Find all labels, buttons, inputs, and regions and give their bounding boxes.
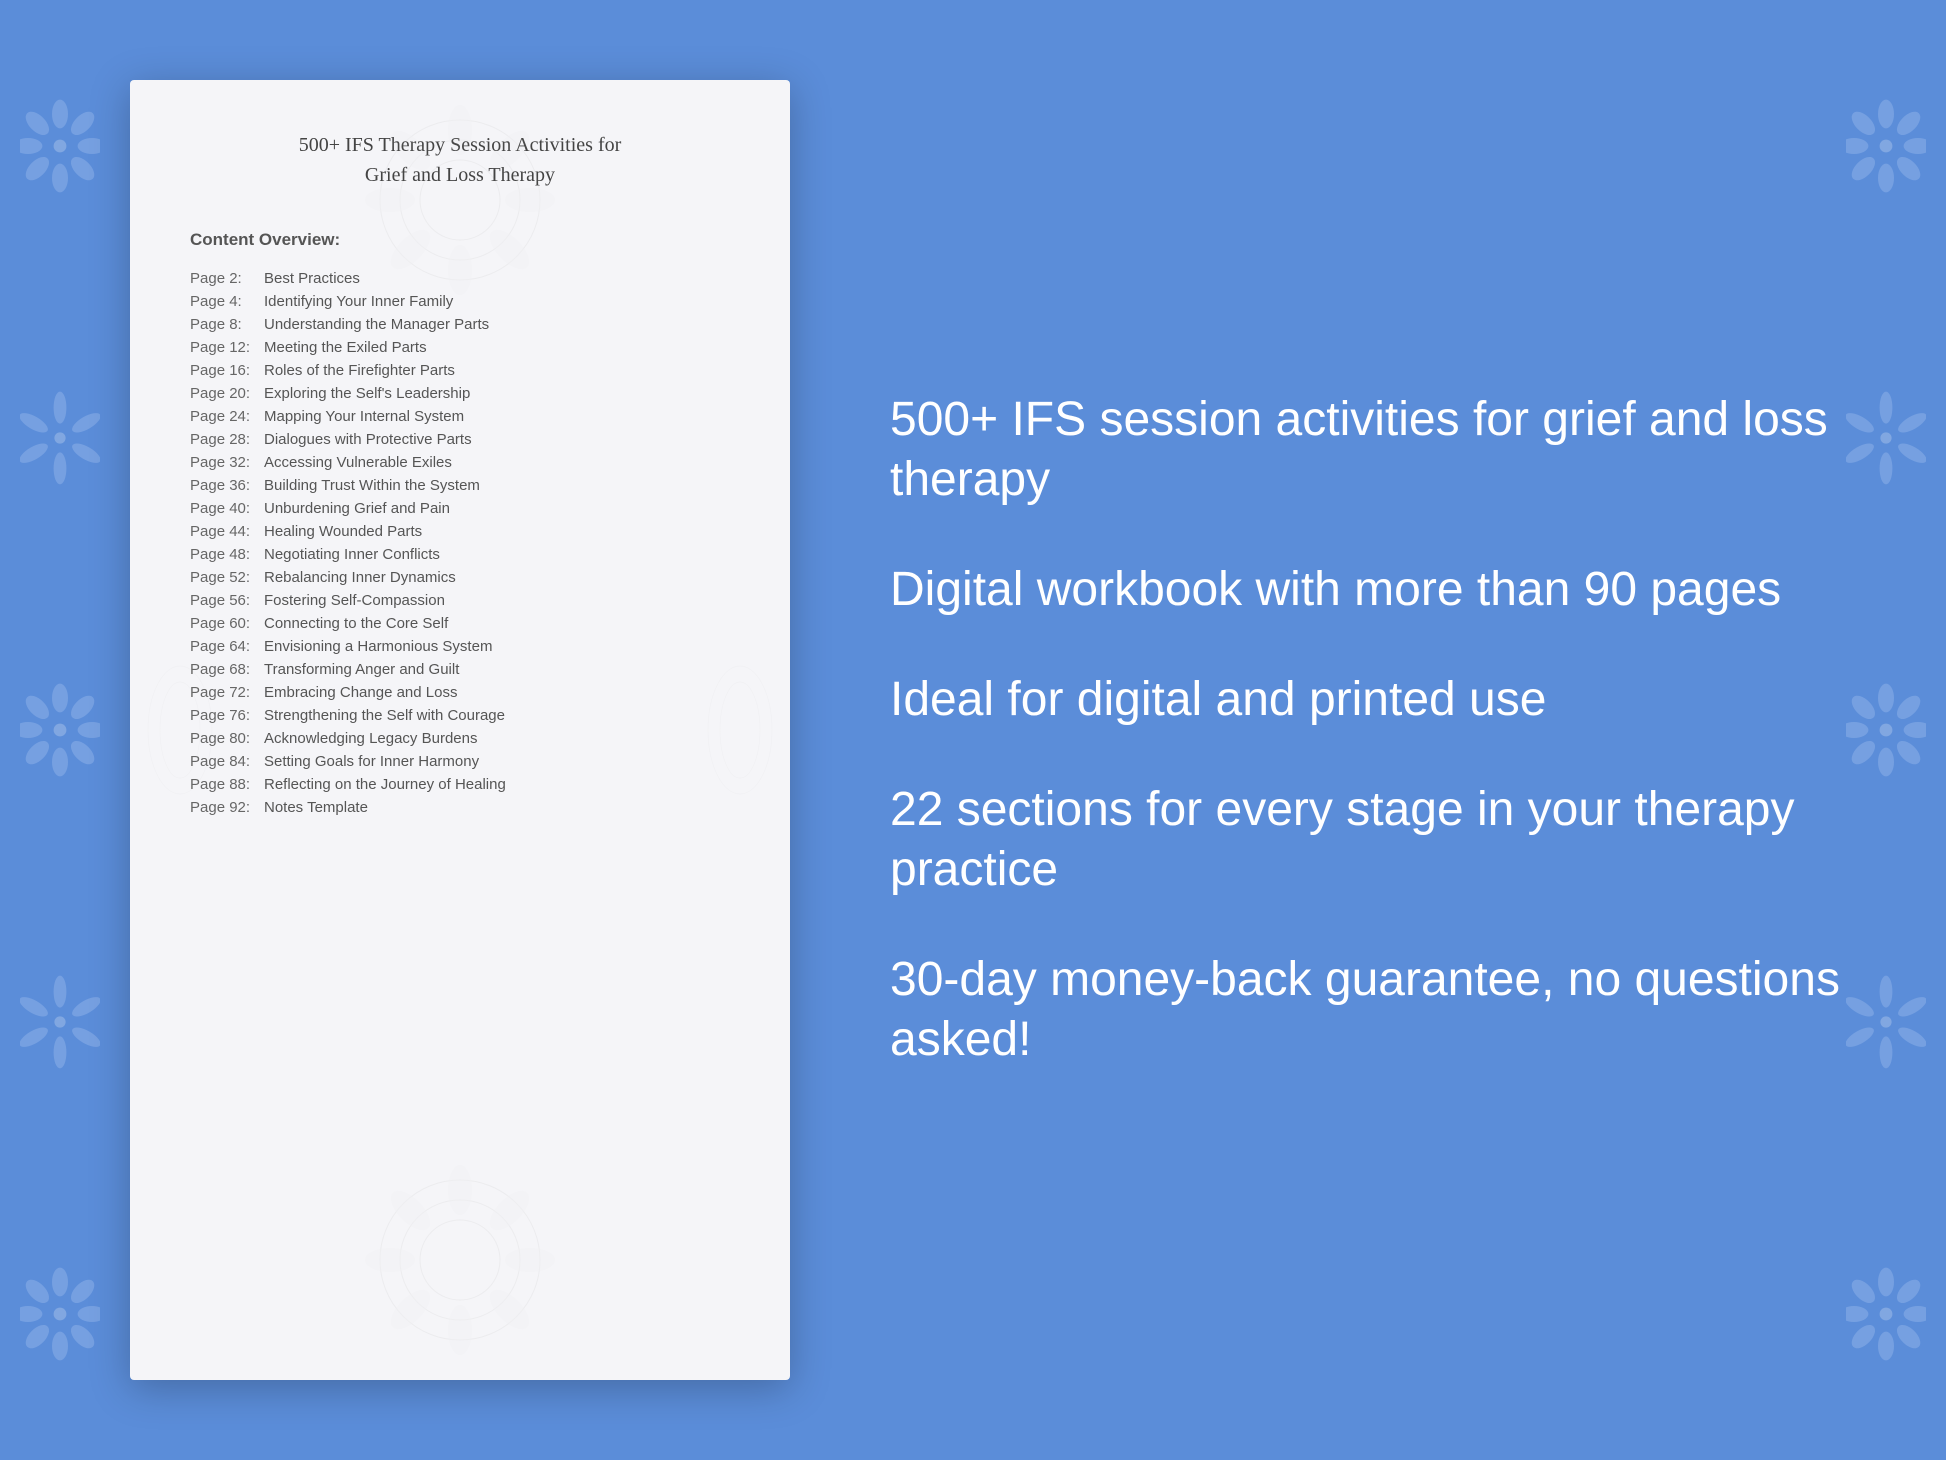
toc-item: Page 92:Notes Template (190, 799, 730, 816)
toc-item: Page 84:Setting Goals for Inner Harmony (190, 753, 730, 770)
toc-item: Page 68:Transforming Anger and Guilt (190, 661, 730, 678)
toc-page-title: Accessing Vulnerable Exiles (264, 454, 452, 471)
toc-page-number: Page 56: (190, 592, 260, 609)
toc-item: Page 24:Mapping Your Internal System (190, 408, 730, 425)
main-layout: 500+ IFS Therapy Session Activities for … (0, 0, 1946, 1460)
toc-page-title: Fostering Self-Compassion (264, 592, 445, 609)
toc-page-number: Page 32: (190, 454, 260, 471)
toc-item: Page 52:Rebalancing Inner Dynamics (190, 569, 730, 586)
toc-page-number: Page 48: (190, 546, 260, 563)
toc-page-title: Transforming Anger and Guilt (264, 661, 459, 678)
toc-page-title: Notes Template (264, 799, 368, 816)
toc-page-number: Page 20: (190, 385, 260, 402)
mandala-bottom-icon (360, 1160, 560, 1360)
toc-page-title: Setting Goals for Inner Harmony (264, 753, 479, 770)
toc-page-number: Page 16: (190, 362, 260, 379)
toc-page-number: Page 12: (190, 339, 260, 356)
document-preview: 500+ IFS Therapy Session Activities for … (130, 80, 790, 1380)
toc-page-number: Page 24: (190, 408, 260, 425)
toc-page-title: Roles of the Firefighter Parts (264, 362, 455, 379)
feature-item-2: Ideal for digital and printed use (890, 670, 1866, 730)
toc-item: Page 64:Envisioning a Harmonious System (190, 638, 730, 655)
mandala-right-icon (700, 650, 780, 810)
feature-item-3: 22 sections for every stage in your ther… (890, 780, 1866, 900)
feature-item-4: 30-day money-back guarantee, no question… (890, 950, 1866, 1070)
toc-page-title: Meeting the Exiled Parts (264, 339, 427, 356)
toc-page-number: Page 52: (190, 569, 260, 586)
toc-item: Page 56:Fostering Self-Compassion (190, 592, 730, 609)
toc-item: Page 12:Meeting the Exiled Parts (190, 339, 730, 356)
toc-page-title: Building Trust Within the System (264, 477, 480, 494)
toc-page-title: Reflecting on the Journey of Healing (264, 776, 506, 793)
mandala-top-icon (360, 100, 560, 300)
toc-page-title: Dialogues with Protective Parts (264, 431, 472, 448)
table-of-contents: Page 2:Best PracticesPage 4:Identifying … (190, 270, 730, 816)
toc-page-title: Envisioning a Harmonious System (264, 638, 492, 655)
toc-item: Page 44:Healing Wounded Parts (190, 523, 730, 540)
toc-item: Page 8:Understanding the Manager Parts (190, 316, 730, 333)
toc-item: Page 48:Negotiating Inner Conflicts (190, 546, 730, 563)
toc-page-title: Acknowledging Legacy Burdens (264, 730, 477, 747)
toc-page-number: Page 8: (190, 316, 260, 333)
toc-item: Page 88:Reflecting on the Journey of Hea… (190, 776, 730, 793)
toc-item: Page 80:Acknowledging Legacy Burdens (190, 730, 730, 747)
mandala-left-icon (140, 650, 220, 810)
toc-page-title: Healing Wounded Parts (264, 523, 422, 540)
toc-page-title: Negotiating Inner Conflicts (264, 546, 440, 563)
toc-page-title: Exploring the Self's Leadership (264, 385, 470, 402)
feature-item-1: Digital workbook with more than 90 pages (890, 560, 1866, 620)
toc-item: Page 40:Unburdening Grief and Pain (190, 500, 730, 517)
toc-page-number: Page 28: (190, 431, 260, 448)
toc-item: Page 28:Dialogues with Protective Parts (190, 431, 730, 448)
toc-item: Page 20:Exploring the Self's Leadership (190, 385, 730, 402)
toc-item: Page 36:Building Trust Within the System (190, 477, 730, 494)
toc-page-title: Understanding the Manager Parts (264, 316, 489, 333)
toc-page-number: Page 4: (190, 293, 260, 310)
toc-page-title: Rebalancing Inner Dynamics (264, 569, 456, 586)
toc-page-number: Page 60: (190, 615, 260, 632)
toc-item: Page 60:Connecting to the Core Self (190, 615, 730, 632)
toc-item: Page 72:Embracing Change and Loss (190, 684, 730, 701)
toc-page-number: Page 44: (190, 523, 260, 540)
toc-page-number: Page 40: (190, 500, 260, 517)
toc-page-title: Embracing Change and Loss (264, 684, 457, 701)
toc-page-number: Page 36: (190, 477, 260, 494)
toc-page-number: Page 2: (190, 270, 260, 287)
features-panel: 500+ IFS session activities for grief an… (870, 390, 1866, 1070)
feature-item-0: 500+ IFS session activities for grief an… (890, 390, 1866, 510)
toc-item: Page 76:Strengthening the Self with Cour… (190, 707, 730, 724)
toc-page-title: Strengthening the Self with Courage (264, 707, 505, 724)
toc-item: Page 16:Roles of the Firefighter Parts (190, 362, 730, 379)
toc-page-title: Connecting to the Core Self (264, 615, 448, 632)
toc-item: Page 32:Accessing Vulnerable Exiles (190, 454, 730, 471)
toc-page-title: Best Practices (264, 270, 360, 287)
toc-page-title: Mapping Your Internal System (264, 408, 464, 425)
toc-page-title: Unburdening Grief and Pain (264, 500, 450, 517)
